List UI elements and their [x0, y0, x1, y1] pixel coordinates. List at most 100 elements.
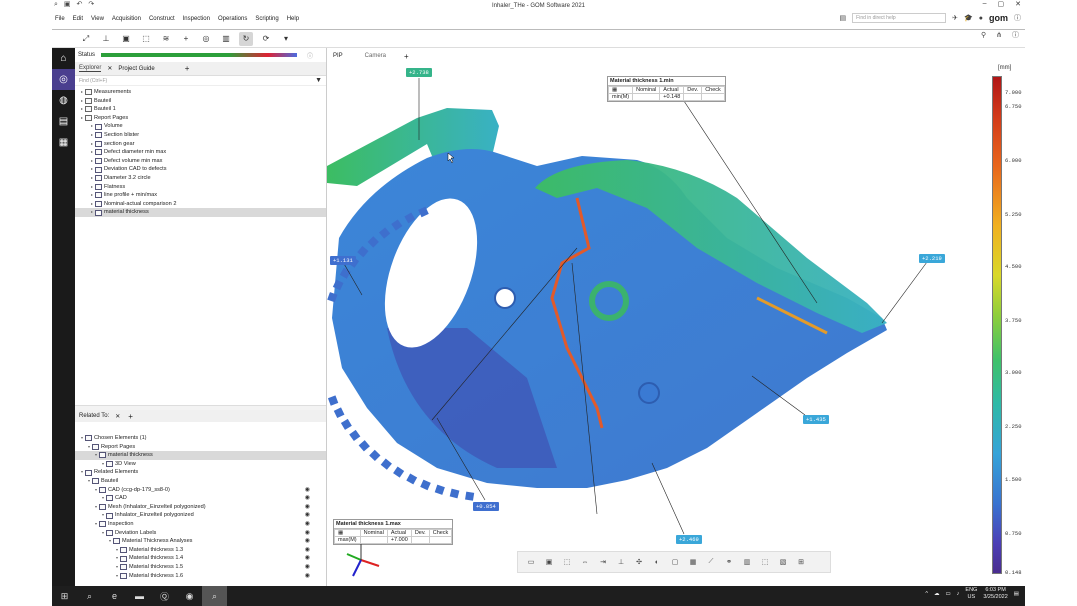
- align-icon[interactable]: ⊥: [99, 32, 113, 46]
- pin-icon[interactable]: ✈: [952, 15, 958, 22]
- graduation-cap-icon[interactable]: 🎓: [964, 15, 973, 22]
- frame-icon[interactable]: ▭: [524, 556, 538, 568]
- menu-scripting[interactable]: Scripting: [255, 16, 278, 22]
- help-book-icon[interactable]: ▤: [840, 15, 847, 22]
- home-icon[interactable]: ⌂: [52, 48, 75, 69]
- explorer-tree-item[interactable]: ▸ Deviation CAD to defects: [75, 165, 326, 174]
- related-tree-item[interactable]: ▾ Material thickness 1.3 ◉: [75, 546, 326, 555]
- menu-view[interactable]: View: [91, 16, 104, 22]
- visibility-eye-icon[interactable]: ◉: [305, 537, 310, 546]
- status-info-icon[interactable]: ⓘ: [307, 51, 313, 60]
- menu-help[interactable]: Help: [287, 16, 299, 22]
- deviation-label-5[interactable]: +1.435: [803, 415, 829, 424]
- close-icon[interactable]: ✕: [1015, 0, 1021, 8]
- app-q-icon[interactable]: Ⓠ: [152, 586, 177, 606]
- part-model[interactable]: [327, 48, 1025, 586]
- maximize-icon[interactable]: ▢: [998, 0, 1005, 8]
- taskbar-search-icon[interactable]: ⌕: [77, 586, 102, 606]
- visibility-eye-icon[interactable]: ◉: [305, 511, 310, 520]
- visibility-eye-icon[interactable]: ◉: [305, 572, 310, 581]
- edge-icon[interactable]: e: [102, 586, 127, 606]
- close-tab-icon[interactable]: ✕: [107, 65, 112, 72]
- refresh-icon[interactable]: ↻: [239, 31, 253, 46]
- probe-icon[interactable]: ⤢: [79, 32, 93, 46]
- related-tree-item[interactable]: ▾ Chosen Elements (1): [75, 434, 326, 443]
- deviation-label-6[interactable]: +2.219: [919, 254, 945, 263]
- notification-icon[interactable]: ▤: [1014, 591, 1019, 597]
- deviation-label-3[interactable]: +0.854: [473, 502, 499, 511]
- explorer-tree-item[interactable]: ▸ Measurements: [75, 88, 326, 97]
- box-icon[interactable]: ▢: [668, 556, 682, 568]
- filter-icon[interactable]: ▼: [315, 77, 322, 84]
- related-tree-item[interactable]: ▾ material thickness: [75, 451, 326, 460]
- minimize-icon[interactable]: –: [983, 0, 987, 8]
- related-tree-item[interactable]: ▾ 3D View: [75, 460, 326, 469]
- menu-operations[interactable]: Operations: [218, 16, 247, 22]
- related-tree-item[interactable]: ▾ Material Thickness Analyses ◉: [75, 537, 326, 546]
- texture-icon[interactable]: ▧: [776, 556, 790, 568]
- add-tab-icon[interactable]: +: [185, 64, 190, 73]
- globe-icon[interactable]: ◍: [52, 90, 75, 111]
- add-related-tab-icon[interactable]: +: [128, 412, 133, 421]
- visibility-eye-icon[interactable]: ◉: [305, 546, 310, 555]
- menu-edit[interactable]: Edit: [73, 16, 83, 22]
- explorer-tree-item[interactable]: ▸ Nominal-actual comparison 2: [75, 200, 326, 209]
- 3d-viewport[interactable]: PIP Camera + +2.738 +1.131 +0.854 +2.469…: [327, 48, 1025, 586]
- toggle-icon[interactable]: ◐: [650, 556, 664, 568]
- visibility-eye-icon[interactable]: ◉: [305, 486, 310, 495]
- recalculate-icon[interactable]: ⟳: [259, 32, 273, 46]
- volume-icon[interactable]: ♪: [957, 591, 960, 597]
- menu-construct[interactable]: Construct: [149, 16, 175, 22]
- folder-icon[interactable]: ▬: [127, 586, 152, 606]
- table-icon[interactable]: ▥: [740, 556, 754, 568]
- visibility-eye-icon[interactable]: ◉: [305, 554, 310, 563]
- start-icon[interactable]: ⊞: [52, 586, 77, 606]
- move-icon[interactable]: ✣: [632, 556, 646, 568]
- menu-acquisition[interactable]: Acquisition: [112, 16, 141, 22]
- chevron-up-icon[interactable]: ^: [925, 591, 928, 597]
- related-tree-item[interactable]: ▾ CAD (ccg-dp-179_ss8-0) ◉: [75, 486, 326, 495]
- app-circle-icon[interactable]: ◉: [177, 586, 202, 606]
- explorer-tree-item[interactable]: ▸ material thickness: [75, 208, 326, 217]
- visibility-eye-icon[interactable]: ◉: [305, 503, 310, 512]
- link-icon[interactable]: ⚭: [722, 556, 736, 568]
- related-tree-item[interactable]: ▾ Related Elements: [75, 468, 326, 477]
- related-tree-item[interactable]: ▾ Deviation Labels ◉: [75, 529, 326, 538]
- dropdown-arrow-icon[interactable]: ▾: [279, 32, 293, 46]
- visibility-eye-icon[interactable]: ◉: [305, 520, 310, 529]
- measure-icon[interactable]: ⟋: [704, 556, 718, 568]
- network-icon[interactable]: ⋔: [996, 32, 1002, 39]
- info-circle-icon[interactable]: ⓘ: [1012, 32, 1019, 39]
- location-pin-icon[interactable]: ⚲: [981, 32, 986, 39]
- explorer-tree-item[interactable]: ▸ Diameter 3.2 circle: [75, 174, 326, 183]
- close-related-icon[interactable]: ✕: [115, 413, 120, 420]
- related-tree-item[interactable]: ▾ Material thickness 1.6 ◉: [75, 572, 326, 581]
- network-tray-icon[interactable]: ▭: [945, 591, 950, 597]
- explorer-tree-item[interactable]: ▸ Bauteil 1: [75, 105, 326, 114]
- import-icon[interactable]: ⇥: [596, 556, 610, 568]
- tab-project-guide[interactable]: Project Guide: [118, 66, 154, 72]
- explorer-tree-item[interactable]: ▸ Section blister: [75, 131, 326, 140]
- explorer-tree-item[interactable]: ▸ Defect diameter min max: [75, 148, 326, 157]
- related-tree-item[interactable]: ▾ Mesh (Inhalator_Einzelteil polygonized)…: [75, 503, 326, 512]
- deviation-label-2[interactable]: +1.131: [330, 256, 356, 265]
- visibility-eye-icon[interactable]: ◉: [305, 563, 310, 572]
- find-input[interactable]: Find (Ctrl+F) ▼: [75, 76, 326, 86]
- visibility-eye-icon[interactable]: ◉: [305, 529, 310, 538]
- fit-view-icon[interactable]: ▣: [119, 32, 133, 46]
- related-tree-item[interactable]: ▾ Bauteil: [75, 477, 326, 486]
- explorer-tree-item[interactable]: ▸ Bauteil: [75, 97, 326, 106]
- grid-workspace-icon[interactable]: ▦: [52, 132, 75, 153]
- split-icon[interactable]: ⇔: [578, 556, 592, 568]
- tab-explorer[interactable]: Explorer: [79, 65, 102, 72]
- deviation-label-1[interactable]: +2.738: [406, 68, 432, 77]
- clip-icon[interactable]: ⬚: [758, 556, 772, 568]
- explorer-tree-item[interactable]: ▸ Volume: [75, 122, 326, 131]
- menu-inspection[interactable]: Inspection: [183, 16, 210, 22]
- layout-icon[interactable]: ⊞: [794, 556, 808, 568]
- explorer-tree-item[interactable]: ▸ Report Pages: [75, 114, 326, 123]
- target-icon[interactable]: ◎: [199, 32, 213, 46]
- info-icon[interactable]: ⓘ: [1014, 15, 1021, 22]
- clock[interactable]: 6:03 PM 3/25/2022: [983, 587, 1007, 601]
- deviation-label-4[interactable]: +2.469: [676, 535, 702, 544]
